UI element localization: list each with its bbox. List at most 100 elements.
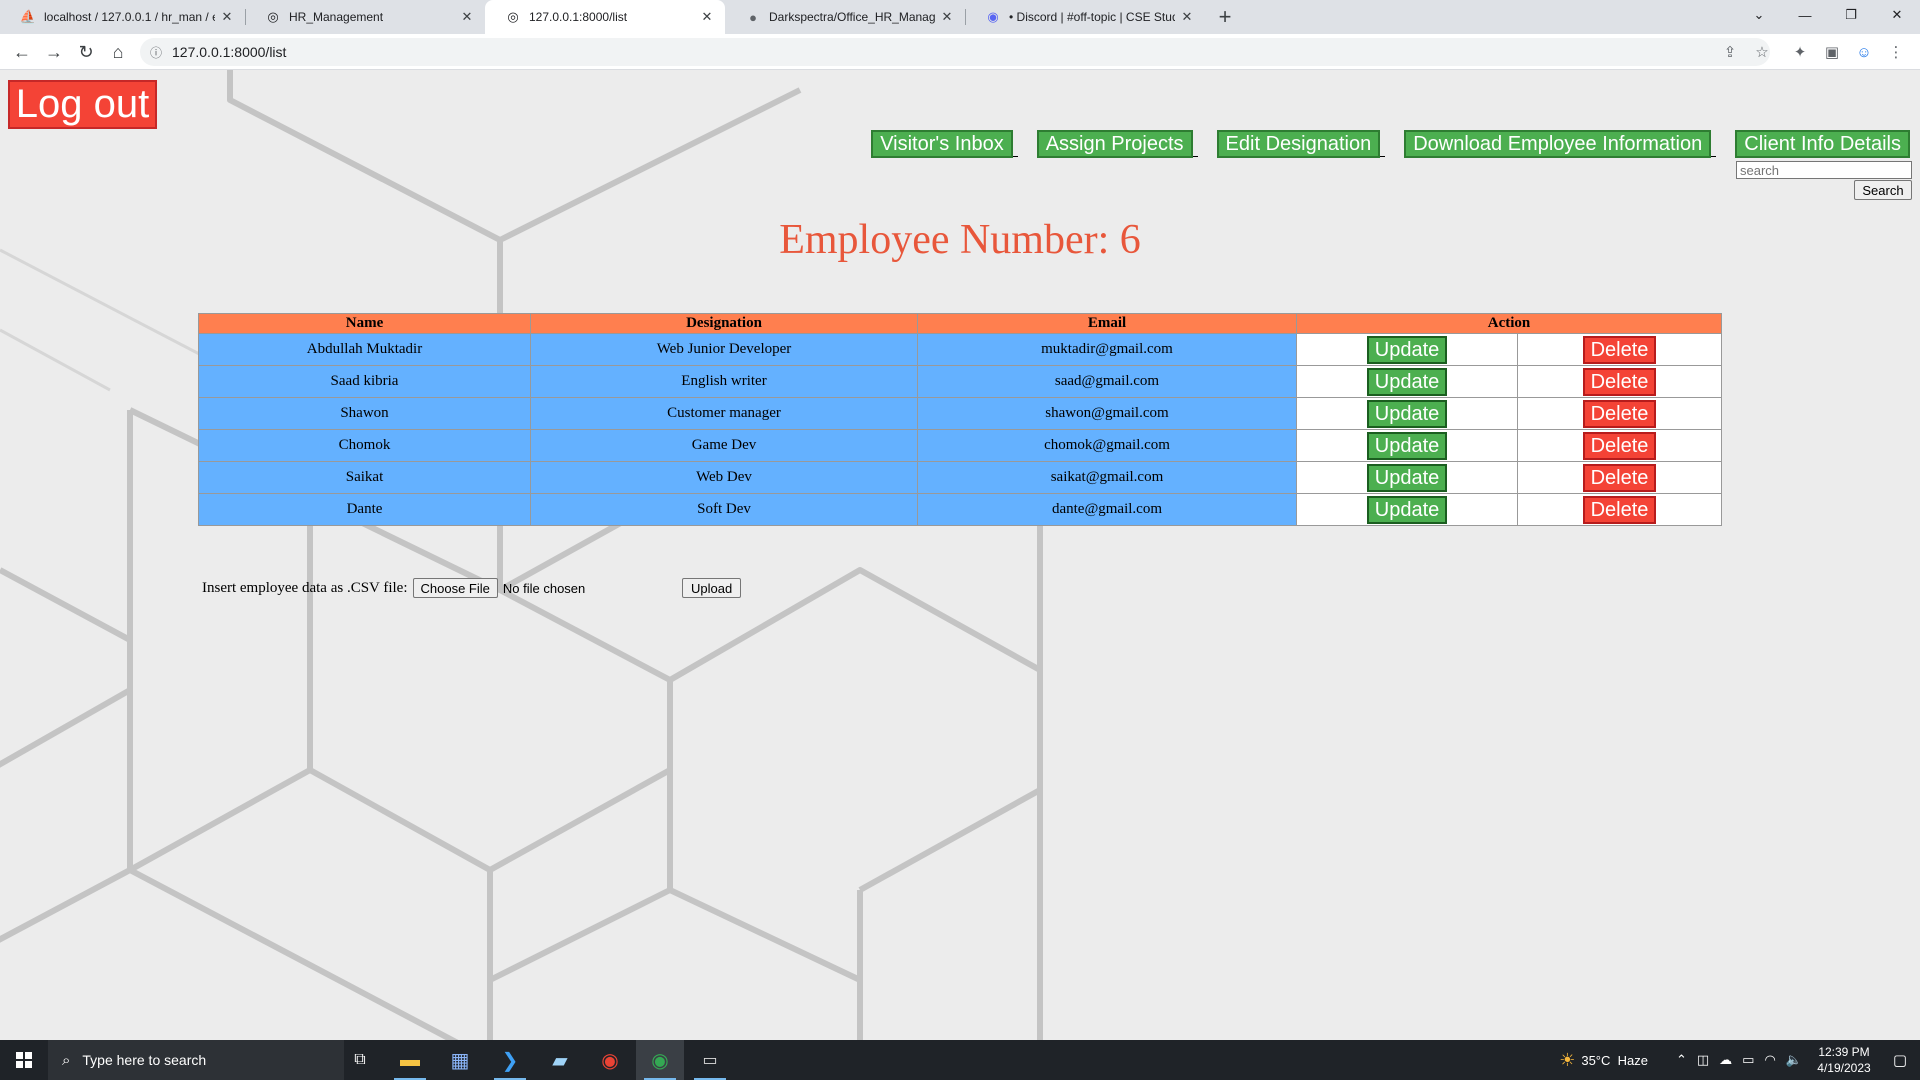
close-tab-icon[interactable]: ✕ [1179,9,1195,25]
notes-app-icon[interactable]: ▰ [536,1040,584,1080]
edit-designation-button[interactable]: Edit Designation [1216,130,1381,158]
visitors-inbox-button[interactable]: Visitor's Inbox [871,130,1013,158]
delete-button[interactable]: Delete [1582,495,1657,524]
tab-list-active[interactable]: ◎ 127.0.0.1:8000/list ✕ [485,0,725,34]
delete-button[interactable]: Delete [1582,463,1657,492]
reload-button[interactable]: ↻ [72,38,100,66]
cell-update-action: Update [1296,365,1518,398]
chrome-profile-icon[interactable]: ◉ [636,1040,684,1080]
cell-update-action: Update [1296,333,1518,366]
taskbar-search-box[interactable]: ⌕ Type here to search [48,1040,344,1080]
volume-icon[interactable]: 🔈 [1786,1052,1802,1068]
forward-button[interactable]: → [40,38,68,66]
extensions-puzzle-icon[interactable]: ✦ [1786,38,1814,66]
new-tab-button[interactable]: + [1212,4,1238,30]
close-tab-icon[interactable]: ✕ [219,9,235,25]
update-button[interactable]: Update [1366,463,1448,492]
cell-designation: English writer [530,365,918,398]
cell-name: Saad kibria [198,365,531,398]
admin-nav-bar: Visitor's Inbox Assign Projects Edit Des… [871,130,1910,158]
back-button[interactable]: ← [8,38,36,66]
meet-now-icon[interactable]: ◫ [1697,1052,1709,1068]
clock[interactable]: 12:39 PM 4/19/2023 [1808,1044,1880,1076]
close-window-button[interactable]: ✕ [1874,0,1920,30]
vscode-icon[interactable]: ❯ [486,1040,534,1080]
nav-item: Edit Designation [1216,130,1405,158]
tab-discord[interactable]: ◉ • Discord | #off-topic | CSE Stude ✕ [965,0,1205,34]
minimize-button[interactable]: — [1782,0,1828,30]
github-icon: ● [749,9,757,25]
menu-kebab-icon[interactable]: ⋮ [1882,38,1910,66]
phpmyadmin-icon: ⛵ [19,9,37,24]
clock-date: 4/19/2023 [1817,1061,1871,1075]
update-button[interactable]: Update [1366,367,1448,396]
tab-search-chevron-icon[interactable]: ⌄ [1736,0,1782,30]
task-view-icon[interactable]: ⧉ [336,1040,384,1080]
profile-avatar[interactable]: ☺ [1850,38,1878,66]
close-tab-icon[interactable]: ✕ [699,9,715,25]
table-header-row: Name Designation Email Action [198,313,1722,334]
close-tab-icon[interactable]: ✕ [459,9,475,25]
search-input[interactable]: search [1736,161,1912,179]
column-header-action: Action [1296,313,1722,334]
cell-designation: Soft Dev [530,493,918,526]
weather-text[interactable]: 35°C Haze [1581,1053,1648,1068]
delete-button[interactable]: Delete [1582,431,1657,460]
cell-update-action: Update [1296,397,1518,430]
column-header-designation: Designation [530,313,918,334]
update-button[interactable]: Update [1366,335,1448,364]
side-panel-icon[interactable]: ▣ [1818,38,1846,66]
logout-button[interactable]: Log out [8,80,157,129]
show-hidden-icons-chevron-icon[interactable]: ⌃ [1676,1052,1687,1068]
delete-button[interactable]: Delete [1582,367,1657,396]
windows-start-button[interactable] [0,1040,48,1080]
close-tab-icon[interactable]: ✕ [939,9,955,25]
info-icon[interactable]: ⓘ [150,44,162,61]
wifi-icon[interactable]: ◠ [1764,1052,1775,1068]
nav-spacer [1711,130,1735,158]
client-info-details-button[interactable]: Client Info Details [1735,130,1910,158]
windows-logo-icon [16,1052,32,1068]
notifications-icon[interactable]: ▢ [1880,1051,1920,1069]
bookmark-star-icon[interactable]: ☆ [1748,38,1776,66]
upload-button[interactable]: Upload [682,578,742,598]
page-viewport: Log out Visitor's Inbox Assign Projects … [0,70,1920,1040]
onedrive-cloud-icon[interactable]: ☁ [1719,1052,1732,1068]
tab-phpmyadmin[interactable]: ⛵ localhost / 127.0.0.1 / hr_man / e ✕ [0,0,245,34]
tab-title: Darkspectra/Office_HR_Managem [769,10,935,24]
csv-upload-form: Insert employee data as .CSV file: Choos… [202,578,585,598]
choose-file-button[interactable]: Choose File [412,578,498,598]
column-header-email: Email [917,313,1297,334]
cell-email: saad@gmail.com [917,365,1297,398]
delete-button[interactable]: Delete [1582,399,1657,428]
home-button[interactable]: ⌂ [104,38,132,66]
file-explorer-icon[interactable]: ▬ [386,1040,434,1080]
share-icon[interactable]: ⇪ [1716,38,1744,66]
employee-table: Name Designation Email Action Abdullah M… [198,313,1722,526]
nav-spacer [1380,130,1404,158]
terminal-icon[interactable]: ▭ [686,1040,734,1080]
tab-hr-management[interactable]: ◎ HR_Management ✕ [245,0,485,34]
cell-delete-action: Delete [1517,461,1722,494]
delete-button[interactable]: Delete [1582,335,1657,364]
chrome-icon[interactable]: ◉ [586,1040,634,1080]
system-tray: ☀ 35°C Haze ⌃ ◫ ☁ ▭ ◠ 🔈 12:39 PM 4/19/20… [1559,1040,1920,1080]
cell-delete-action: Delete [1517,493,1722,526]
assign-projects-button[interactable]: Assign Projects [1036,130,1193,158]
battery-icon[interactable]: ▭ [1742,1052,1754,1068]
calculator-icon[interactable]: ▦ [436,1040,484,1080]
update-button[interactable]: Update [1366,399,1448,428]
address-bar[interactable]: ⓘ 127.0.0.1:8000/list [140,38,1770,66]
download-employee-info-button[interactable]: Download Employee Information [1404,130,1712,158]
cell-name: Chomok [198,429,531,462]
nav-spacer [1012,130,1037,158]
cell-designation: Customer manager [530,397,918,430]
taskbar-search-placeholder: Type here to search [82,1052,207,1068]
cell-delete-action: Delete [1517,429,1722,462]
update-button[interactable]: Update [1366,495,1448,524]
search-button[interactable]: Search [1854,180,1912,200]
cell-designation: Web Junior Developer [530,333,918,366]
tab-github[interactable]: ● Darkspectra/Office_HR_Managem ✕ [725,0,965,34]
restore-button[interactable]: ❐ [1828,0,1874,30]
update-button[interactable]: Update [1366,431,1448,460]
